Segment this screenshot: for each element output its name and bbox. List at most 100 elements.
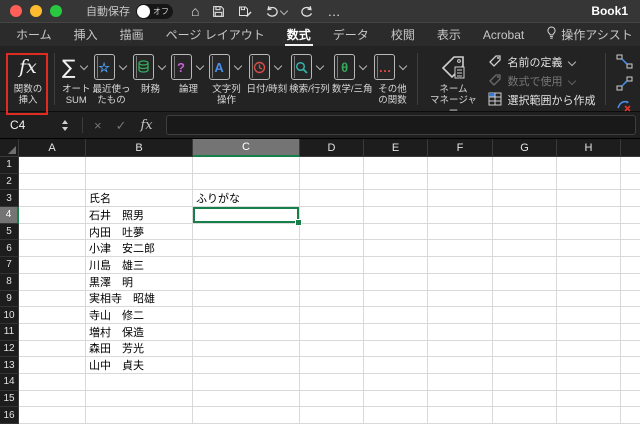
cell-E15[interactable] bbox=[364, 390, 428, 408]
tab-page-layout[interactable]: ページ レイアウト bbox=[164, 23, 267, 46]
cell-D8[interactable] bbox=[300, 273, 364, 291]
cell-F8[interactable] bbox=[428, 273, 493, 291]
cell-E7[interactable] bbox=[364, 257, 428, 274]
cell-C6[interactable] bbox=[193, 240, 300, 258]
cell-A15[interactable] bbox=[19, 390, 86, 408]
cell-F14[interactable] bbox=[428, 373, 493, 391]
insert-function-fx-button[interactable]: fx bbox=[141, 119, 153, 132]
recently-used-button[interactable]: ☆ 最近使っ たもの bbox=[93, 51, 131, 106]
cell-D6[interactable] bbox=[300, 240, 364, 258]
cell-A12[interactable] bbox=[19, 340, 86, 358]
row-header-8[interactable]: 8 bbox=[0, 273, 19, 291]
cell-A14[interactable] bbox=[19, 373, 86, 391]
cell-B1[interactable] bbox=[86, 157, 193, 174]
math-trig-button[interactable]: θ 数学/三角 bbox=[332, 51, 372, 106]
cell-A13[interactable] bbox=[19, 357, 86, 374]
cell-C1[interactable] bbox=[193, 157, 300, 174]
cell-D5[interactable] bbox=[300, 223, 364, 241]
cell-C2[interactable] bbox=[193, 173, 300, 191]
cell-H14[interactable] bbox=[557, 373, 621, 391]
save-as-icon[interactable] bbox=[238, 5, 252, 18]
cell-A6[interactable] bbox=[19, 240, 86, 258]
name-box[interactable]: C4 bbox=[0, 118, 62, 132]
undo-icon[interactable] bbox=[265, 5, 289, 17]
cell-C9[interactable] bbox=[193, 290, 300, 308]
cell-B3[interactable]: 氏名 bbox=[86, 190, 193, 208]
cell-B4[interactable]: 石井 照男 bbox=[86, 207, 193, 224]
cell-F10[interactable] bbox=[428, 307, 493, 324]
cell-F9[interactable] bbox=[428, 290, 493, 308]
date-time-button[interactable]: 日付/時刻 bbox=[247, 51, 287, 106]
cell-H2[interactable] bbox=[557, 173, 621, 191]
autosum-button[interactable]: ∑ オート SUM bbox=[62, 51, 91, 106]
cell-G9[interactable] bbox=[493, 290, 557, 308]
cell-F6[interactable] bbox=[428, 240, 493, 258]
cell-A3[interactable] bbox=[19, 190, 86, 208]
home-icon[interactable]: ⌂ bbox=[191, 4, 199, 18]
row-header-11[interactable]: 11 bbox=[0, 323, 19, 341]
cell-C5[interactable] bbox=[193, 223, 300, 241]
zoom-window-button[interactable] bbox=[50, 5, 62, 17]
row-header-14[interactable]: 14 bbox=[0, 373, 19, 391]
cell-G11[interactable] bbox=[493, 323, 557, 341]
cell-H13[interactable] bbox=[557, 357, 621, 374]
cell-H8[interactable] bbox=[557, 273, 621, 291]
chevron-down-icon[interactable] bbox=[280, 6, 289, 16]
cell-H7[interactable] bbox=[557, 257, 621, 274]
cell-A4[interactable] bbox=[19, 207, 86, 224]
chevron-down-icon[interactable] bbox=[233, 61, 242, 71]
cell-C11[interactable] bbox=[193, 323, 300, 341]
redo-icon[interactable] bbox=[300, 5, 314, 17]
lookup-reference-button[interactable]: 検索/行列 bbox=[289, 51, 330, 106]
cell-D3[interactable] bbox=[300, 190, 364, 208]
fill-handle[interactable] bbox=[295, 218, 302, 226]
column-header-C[interactable]: C bbox=[193, 139, 300, 157]
chevron-down-icon[interactable] bbox=[79, 61, 88, 71]
cell-A8[interactable] bbox=[19, 273, 86, 291]
cell-C10[interactable] bbox=[193, 307, 300, 324]
cell-A10[interactable] bbox=[19, 307, 86, 324]
tab-assistant[interactable]: 操作アシスト bbox=[544, 23, 635, 46]
logical-button[interactable]: ? 論理 bbox=[170, 51, 207, 106]
cell-F5[interactable] bbox=[428, 223, 493, 241]
cell-A11[interactable] bbox=[19, 323, 86, 341]
cell-C7[interactable] bbox=[193, 257, 300, 274]
cell-E14[interactable] bbox=[364, 373, 428, 391]
formula-input[interactable] bbox=[165, 115, 636, 135]
cell-G15[interactable] bbox=[493, 390, 557, 408]
cell-C13[interactable] bbox=[193, 357, 300, 374]
cell-B14[interactable] bbox=[86, 373, 193, 391]
text-button[interactable]: A 文字列 操作 bbox=[208, 51, 245, 106]
chevron-down-icon[interactable] bbox=[273, 61, 283, 71]
column-header-F[interactable]: F bbox=[428, 139, 493, 157]
cell-E5[interactable] bbox=[364, 223, 428, 241]
row-header-6[interactable]: 6 bbox=[0, 240, 19, 258]
chevron-down-icon[interactable] bbox=[118, 61, 127, 71]
tab-formulas[interactable]: 数式 bbox=[284, 23, 313, 46]
cell-H12[interactable] bbox=[557, 340, 621, 358]
cell-F2[interactable] bbox=[428, 173, 493, 191]
cell-B13[interactable]: 山中 貞夫 bbox=[86, 357, 193, 374]
minimize-window-button[interactable] bbox=[30, 5, 42, 17]
cell-H9[interactable] bbox=[557, 290, 621, 308]
row-header-1[interactable]: 1 bbox=[0, 157, 19, 174]
cell-D4[interactable] bbox=[300, 207, 364, 224]
cell-G2[interactable] bbox=[493, 173, 557, 191]
cell-F16[interactable] bbox=[428, 407, 493, 424]
cell-A7[interactable] bbox=[19, 257, 86, 274]
more-functions-button[interactable]: … その他 の関数 bbox=[374, 51, 410, 106]
cell-D12[interactable] bbox=[300, 340, 364, 358]
column-header-E[interactable]: E bbox=[364, 139, 428, 157]
column-header-D[interactable]: D bbox=[300, 139, 364, 157]
cell-D11[interactable] bbox=[300, 323, 364, 341]
cancel-button[interactable]: × bbox=[94, 119, 102, 132]
chevron-down-icon[interactable] bbox=[399, 61, 408, 71]
cell-C3[interactable]: ふりがな bbox=[193, 190, 300, 208]
row-header-16[interactable]: 16 bbox=[0, 407, 19, 424]
cell-B8[interactable]: 黒澤 明 bbox=[86, 273, 193, 291]
cell-G13[interactable] bbox=[493, 357, 557, 374]
cell-H6[interactable] bbox=[557, 240, 621, 258]
cell-F11[interactable] bbox=[428, 323, 493, 341]
cell-D16[interactable] bbox=[300, 407, 364, 424]
cell-H5[interactable] bbox=[557, 223, 621, 241]
